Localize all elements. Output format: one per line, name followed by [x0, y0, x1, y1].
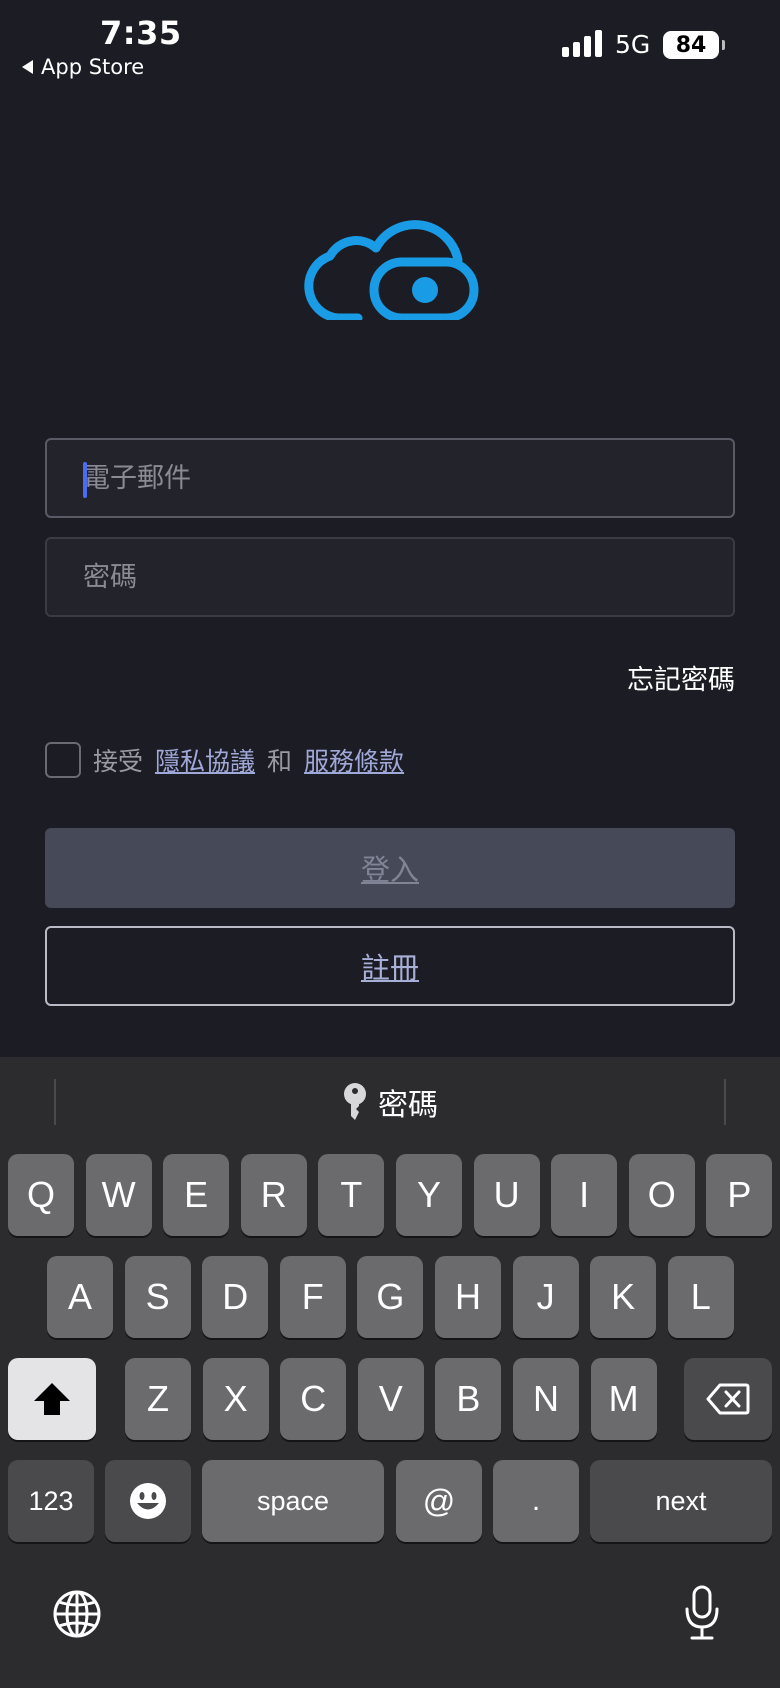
- key-g[interactable]: G: [357, 1256, 424, 1338]
- key-q[interactable]: Q: [8, 1154, 74, 1236]
- backspace-key[interactable]: [684, 1358, 772, 1440]
- terms-and: 和: [267, 747, 293, 776]
- register-button[interactable]: 註冊: [45, 926, 735, 1006]
- password-input[interactable]: [83, 561, 733, 593]
- space-key[interactable]: space: [202, 1460, 384, 1542]
- accept-terms-checkbox[interactable]: [45, 742, 81, 778]
- key-d[interactable]: D: [202, 1256, 269, 1338]
- password-autofill-suggestion[interactable]: 密碼: [0, 1057, 780, 1147]
- autofill-label: 密碼: [378, 1088, 438, 1123]
- key-x[interactable]: X: [202, 1358, 269, 1440]
- divider: [54, 1079, 56, 1125]
- key-r[interactable]: R: [240, 1154, 307, 1236]
- terms-row: 接受 隱私協議 和 服務條款: [45, 742, 404, 778]
- key-k[interactable]: K: [590, 1256, 657, 1338]
- key-o[interactable]: O: [628, 1154, 695, 1236]
- shift-icon: [34, 1383, 70, 1415]
- key-y[interactable]: Y: [396, 1154, 462, 1236]
- key-c[interactable]: C: [280, 1358, 347, 1440]
- back-to-app-store[interactable]: App Store: [22, 55, 144, 79]
- back-label: App Store: [41, 55, 145, 79]
- privacy-policy-link[interactable]: 隱私協議: [155, 742, 255, 778]
- key-b[interactable]: B: [435, 1358, 502, 1440]
- key-p[interactable]: P: [706, 1154, 773, 1236]
- globe-icon[interactable]: [52, 1589, 102, 1639]
- key-u[interactable]: U: [473, 1154, 540, 1236]
- key-z[interactable]: Z: [125, 1358, 191, 1440]
- back-arrow-icon: [22, 60, 33, 74]
- forgot-password-link[interactable]: 忘記密碼: [627, 658, 735, 697]
- emoji-icon: [130, 1483, 166, 1519]
- key-l[interactable]: L: [667, 1256, 734, 1338]
- key-f[interactable]: F: [279, 1256, 346, 1338]
- at-key[interactable]: @: [396, 1460, 482, 1542]
- key-v[interactable]: V: [357, 1358, 424, 1440]
- cloud-eye-logo: [304, 220, 479, 320]
- keyboard: 密碼 123 space @ . next QWERT Y U I O P A …: [0, 1057, 780, 1688]
- key-n[interactable]: N: [513, 1358, 579, 1440]
- microphone-icon[interactable]: [684, 1585, 720, 1641]
- key-m[interactable]: M: [590, 1358, 657, 1440]
- emoji-key[interactable]: [105, 1460, 191, 1542]
- key-i[interactable]: I: [551, 1154, 618, 1236]
- battery-indicator: 84: [663, 31, 725, 59]
- key-h[interactable]: H: [435, 1256, 501, 1338]
- battery-level: 84: [675, 32, 707, 58]
- key-icon: [344, 1083, 366, 1120]
- status-time: 7:35: [100, 14, 182, 52]
- key-t[interactable]: T: [318, 1154, 385, 1236]
- password-field[interactable]: [45, 537, 735, 617]
- key-j[interactable]: J: [512, 1256, 579, 1338]
- divider: [724, 1079, 726, 1125]
- next-key[interactable]: next: [590, 1460, 772, 1542]
- dot-key[interactable]: .: [493, 1460, 579, 1542]
- shift-key[interactable]: [8, 1358, 96, 1440]
- numbers-key[interactable]: 123: [8, 1460, 94, 1542]
- email-field[interactable]: [45, 438, 735, 518]
- key-w[interactable]: W: [85, 1154, 152, 1236]
- login-button[interactable]: 登入: [45, 828, 735, 908]
- network-type: 5G: [615, 30, 651, 59]
- terms-prefix: 接受: [93, 747, 144, 776]
- email-input[interactable]: [83, 462, 733, 494]
- terms-of-service-link[interactable]: 服務條款: [304, 742, 404, 778]
- signal-icon: [562, 30, 602, 57]
- key-a[interactable]: A: [47, 1256, 113, 1338]
- key-e[interactable]: E: [163, 1154, 230, 1236]
- key-s[interactable]: S: [124, 1256, 191, 1338]
- text-caret: [83, 462, 87, 498]
- backspace-icon: [706, 1383, 750, 1415]
